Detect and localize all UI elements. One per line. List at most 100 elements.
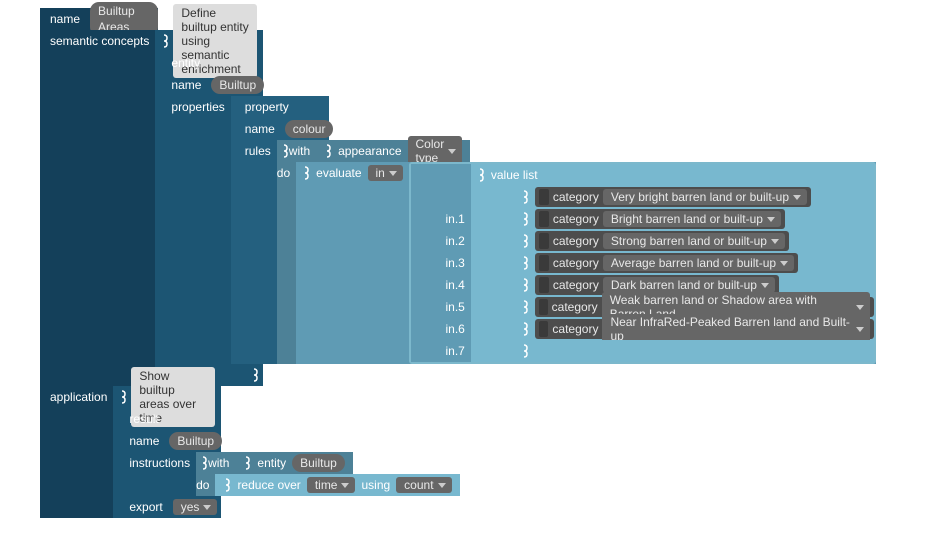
- category-label: category: [553, 190, 599, 204]
- category-label: category: [553, 234, 599, 248]
- reduce-block[interactable]: reduce over time using count: [215, 474, 459, 496]
- entity-name-label: name: [165, 75, 207, 95]
- block-editor: name Builtup Areas semantic concepts Def…: [40, 8, 936, 518]
- appearance-label: appearance: [338, 144, 401, 158]
- category-dropdown[interactable]: Dark barren land or built-up: [603, 277, 775, 293]
- puzzle-notch-icon: [477, 164, 485, 186]
- category-label: category: [552, 322, 598, 336]
- puzzle-notch-icon: [521, 186, 529, 208]
- category-dropdown[interactable]: Bright barren land or built-up: [603, 211, 781, 227]
- list-item: category Very bright barren land or buil…: [411, 186, 874, 208]
- chevron-down-icon: [780, 261, 788, 266]
- reduce-label: reduce over: [237, 478, 300, 492]
- slot-icon: [539, 189, 549, 205]
- evaluate-dropdown[interactable]: in: [368, 165, 403, 181]
- properties-row: properties property name colour: [155, 96, 263, 364]
- category-block[interactable]: category Average barren land or built-up: [535, 253, 798, 273]
- puzzle-notch-icon: [302, 162, 310, 184]
- entity-name-value[interactable]: Builtup: [211, 76, 264, 94]
- list-item: in.3 category Average barren land or buil…: [411, 252, 874, 274]
- puzzle-notch-icon: [521, 340, 529, 362]
- property-block[interactable]: property name colour rules: [231, 96, 329, 364]
- list-item: in.6 categoryNear InfraRed-Peaked Barren…: [411, 318, 874, 340]
- instr-withdo-block[interactable]: with entity Builtup: [196, 452, 254, 496]
- chevron-down-icon: [389, 171, 397, 176]
- puzzle-notch-icon: [521, 274, 529, 296]
- evaluate-block[interactable]: evaluate in: [296, 162, 875, 364]
- category-block[interactable]: category Very bright barren land or buil…: [535, 187, 811, 207]
- list-item: in.2 category Strong barren land or built…: [411, 230, 874, 252]
- category-dropdown[interactable]: Strong barren land or built-up: [603, 233, 785, 249]
- using-label: using: [361, 478, 390, 492]
- result-label: result: [123, 409, 164, 429]
- category-block[interactable]: category Strong barren land or built-up: [535, 231, 789, 251]
- slot-icon: [539, 299, 548, 315]
- list-item: in.7: [411, 340, 874, 362]
- chevron-down-icon: [438, 483, 446, 488]
- withdo-block[interactable]: with appearance Color type: [277, 140, 335, 364]
- root-block[interactable]: name Builtup Areas semantic concepts Def…: [40, 8, 158, 518]
- puzzle-notch-icon: [223, 474, 231, 496]
- reduce-dropdown[interactable]: time: [307, 477, 356, 493]
- slot-icon: [539, 211, 549, 227]
- rules-label: rules: [239, 141, 277, 161]
- instr-entity-label: entity: [257, 456, 286, 470]
- chevron-down-icon: [793, 195, 801, 200]
- appearance-block[interactable]: appearance Color type: [316, 140, 470, 162]
- category-label: category: [553, 256, 599, 270]
- name-label: name: [44, 9, 86, 29]
- prop-name-value[interactable]: colour: [285, 120, 334, 138]
- using-dropdown[interactable]: count: [396, 477, 451, 493]
- chevron-down-icon: [448, 149, 456, 154]
- export-label: export: [123, 497, 168, 517]
- slot-icon: [539, 321, 549, 337]
- semantic-row: semantic concepts Define builtup entity …: [40, 30, 158, 386]
- instructions-row: instructions with: [113, 452, 221, 496]
- semantic-label: semantic concepts: [44, 31, 155, 51]
- puzzle-notch-icon: [161, 30, 169, 52]
- properties-label: properties: [165, 97, 230, 117]
- category-dropdown[interactable]: Very bright barren land or built-up: [603, 189, 807, 205]
- slot-icon: [539, 277, 549, 293]
- application-label: application: [44, 387, 113, 407]
- valuelist-label: value list: [491, 168, 538, 182]
- evaluate-value: in: [376, 166, 385, 180]
- with-label: with: [289, 144, 310, 158]
- category-block[interactable]: categoryNear InfraRed-Peaked Barren land…: [535, 319, 874, 339]
- slot-icon: [539, 233, 549, 249]
- chevron-down-icon: [203, 505, 211, 510]
- result-name-value[interactable]: Builtup: [169, 432, 222, 450]
- instr-do: do: [196, 478, 209, 492]
- entity-block[interactable]: Define builtup entity using semantic enr…: [155, 30, 263, 386]
- in-label: in.5: [442, 300, 465, 314]
- chevron-down-icon: [856, 327, 864, 332]
- category-label: category: [553, 278, 599, 292]
- valuelist-block[interactable]: value list: [409, 162, 876, 364]
- result-block[interactable]: Show builtup areas over time result name…: [113, 386, 221, 518]
- in-label: in.7: [442, 344, 465, 358]
- category-dropdown[interactable]: Average barren land or built-up: [603, 255, 794, 271]
- instr-entity-block[interactable]: entity Builtup: [235, 452, 352, 474]
- application-row: application Show builtup areas over time…: [40, 386, 158, 518]
- entity-label: entity: [165, 53, 206, 73]
- slot-icon: [539, 255, 549, 271]
- puzzle-notch-icon: [281, 140, 289, 162]
- in-label: in.2: [442, 234, 465, 248]
- category-label: category: [552, 300, 598, 314]
- instr-entity-value[interactable]: Builtup: [292, 454, 345, 472]
- puzzle-notch-icon: [119, 386, 127, 408]
- export-dropdown[interactable]: yes: [173, 499, 218, 515]
- chevron-down-icon: [767, 217, 775, 222]
- category-block[interactable]: categoryBright barren land or built-up: [535, 209, 785, 229]
- in-label: in.6: [442, 322, 465, 336]
- property-label: property: [239, 97, 295, 117]
- prop-name-label: name: [239, 119, 281, 139]
- result-name-label: name: [123, 431, 165, 451]
- in-label: in.3: [442, 256, 465, 270]
- in-label: in.1: [442, 212, 465, 226]
- puzzle-notch-icon: [251, 364, 259, 386]
- chevron-down-icon: [761, 283, 769, 288]
- do-label: do: [277, 166, 290, 180]
- instr-with: with: [208, 456, 229, 470]
- chevron-down-icon: [341, 483, 349, 488]
